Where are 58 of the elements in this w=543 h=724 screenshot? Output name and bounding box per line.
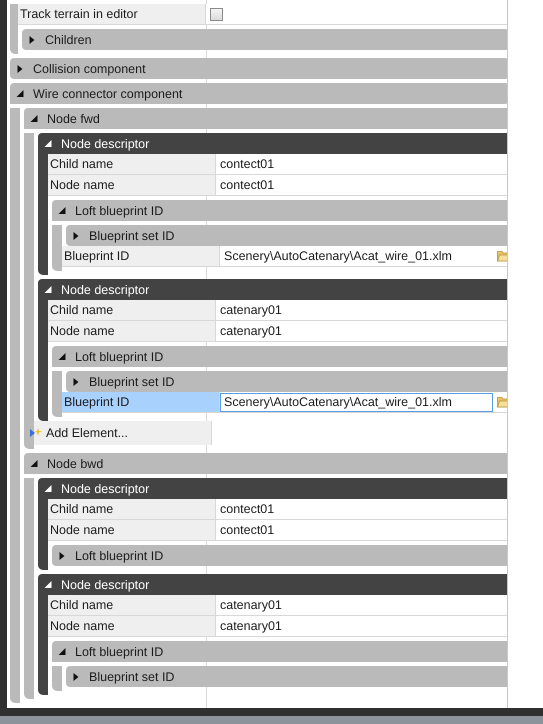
expand-triangle-icon	[28, 36, 36, 44]
group-header[interactable]: Node descriptor	[38, 133, 507, 154]
collapse-triangle-icon	[58, 648, 66, 655]
collapse-triangle-icon	[30, 115, 38, 122]
triangle-star-icon	[30, 427, 42, 439]
collapse-triangle-icon	[16, 90, 24, 97]
group-header[interactable]: Loft blueprint ID	[52, 641, 507, 662]
property-label: Track terrain in editor	[18, 4, 205, 25]
property-value: catenary01	[220, 619, 282, 633]
expand-triangle-icon	[58, 552, 66, 560]
collapse-triangle-icon	[44, 581, 52, 588]
group-header[interactable]: Blueprint set ID	[66, 666, 507, 687]
property-value: catenary01	[220, 324, 282, 338]
group-header[interactable]: Node descriptor	[38, 279, 507, 300]
group-header[interactable]: Blueprint set ID	[66, 225, 507, 246]
property-value: contect01	[220, 523, 274, 537]
property-label: Node name	[48, 616, 215, 637]
path-input-field[interactable]: Scenery\AutoCatenary\Acat_wire_01.xlm	[220, 392, 493, 412]
property-label: Child name	[48, 595, 215, 616]
group-header[interactable]: Node descriptor	[38, 478, 507, 499]
expand-triangle-icon	[16, 64, 24, 72]
checkbox[interactable]	[210, 8, 223, 20]
group-header[interactable]: Blueprint set ID	[66, 371, 507, 392]
group-header[interactable]: Collision component	[10, 58, 507, 79]
folder-icon[interactable]	[497, 250, 507, 262]
property-label: Child name	[48, 154, 215, 175]
property-value: contect01	[220, 178, 274, 192]
group-header[interactable]: Node fwd	[24, 108, 507, 129]
collapse-triangle-icon	[58, 353, 66, 360]
group-header[interactable]: Node bwd	[24, 453, 507, 474]
group-header[interactable]: Children	[22, 29, 507, 50]
group-header[interactable]: Loft blueprint ID	[52, 200, 507, 221]
property-label: Node name	[48, 520, 215, 541]
collapse-triangle-icon	[30, 460, 38, 467]
property-value: Scenery\AutoCatenary\Acat_wire_01.xlm	[224, 249, 453, 263]
property-value: contect01	[220, 502, 274, 516]
property-value: contect01	[220, 157, 274, 171]
add-element-button[interactable]: Add Element...	[30, 426, 128, 440]
group-header[interactable]: Loft blueprint ID	[52, 346, 507, 367]
expand-triangle-icon	[72, 378, 80, 386]
collapse-triangle-icon	[44, 485, 52, 492]
collapse-triangle-icon	[58, 207, 66, 214]
property-value: catenary01	[220, 598, 282, 612]
expand-triangle-icon	[72, 232, 80, 240]
property-value: catenary01	[220, 303, 282, 317]
property-label: Blueprint ID	[62, 246, 219, 267]
property-label: Child name	[48, 300, 215, 321]
collapse-triangle-icon	[44, 140, 52, 147]
group-header[interactable]: Loft blueprint ID	[52, 545, 507, 566]
collapse-triangle-icon	[44, 286, 52, 293]
property-label: Node name	[48, 321, 215, 342]
group-header[interactable]: Node descriptor	[38, 574, 507, 595]
property-label: Blueprint ID	[62, 392, 219, 413]
expand-triangle-icon	[72, 672, 80, 680]
group-header[interactable]: Wire connector component	[10, 83, 507, 104]
folder-icon[interactable]	[497, 396, 507, 408]
property-label: Child name	[48, 499, 215, 520]
property-label: Node name	[48, 175, 215, 196]
